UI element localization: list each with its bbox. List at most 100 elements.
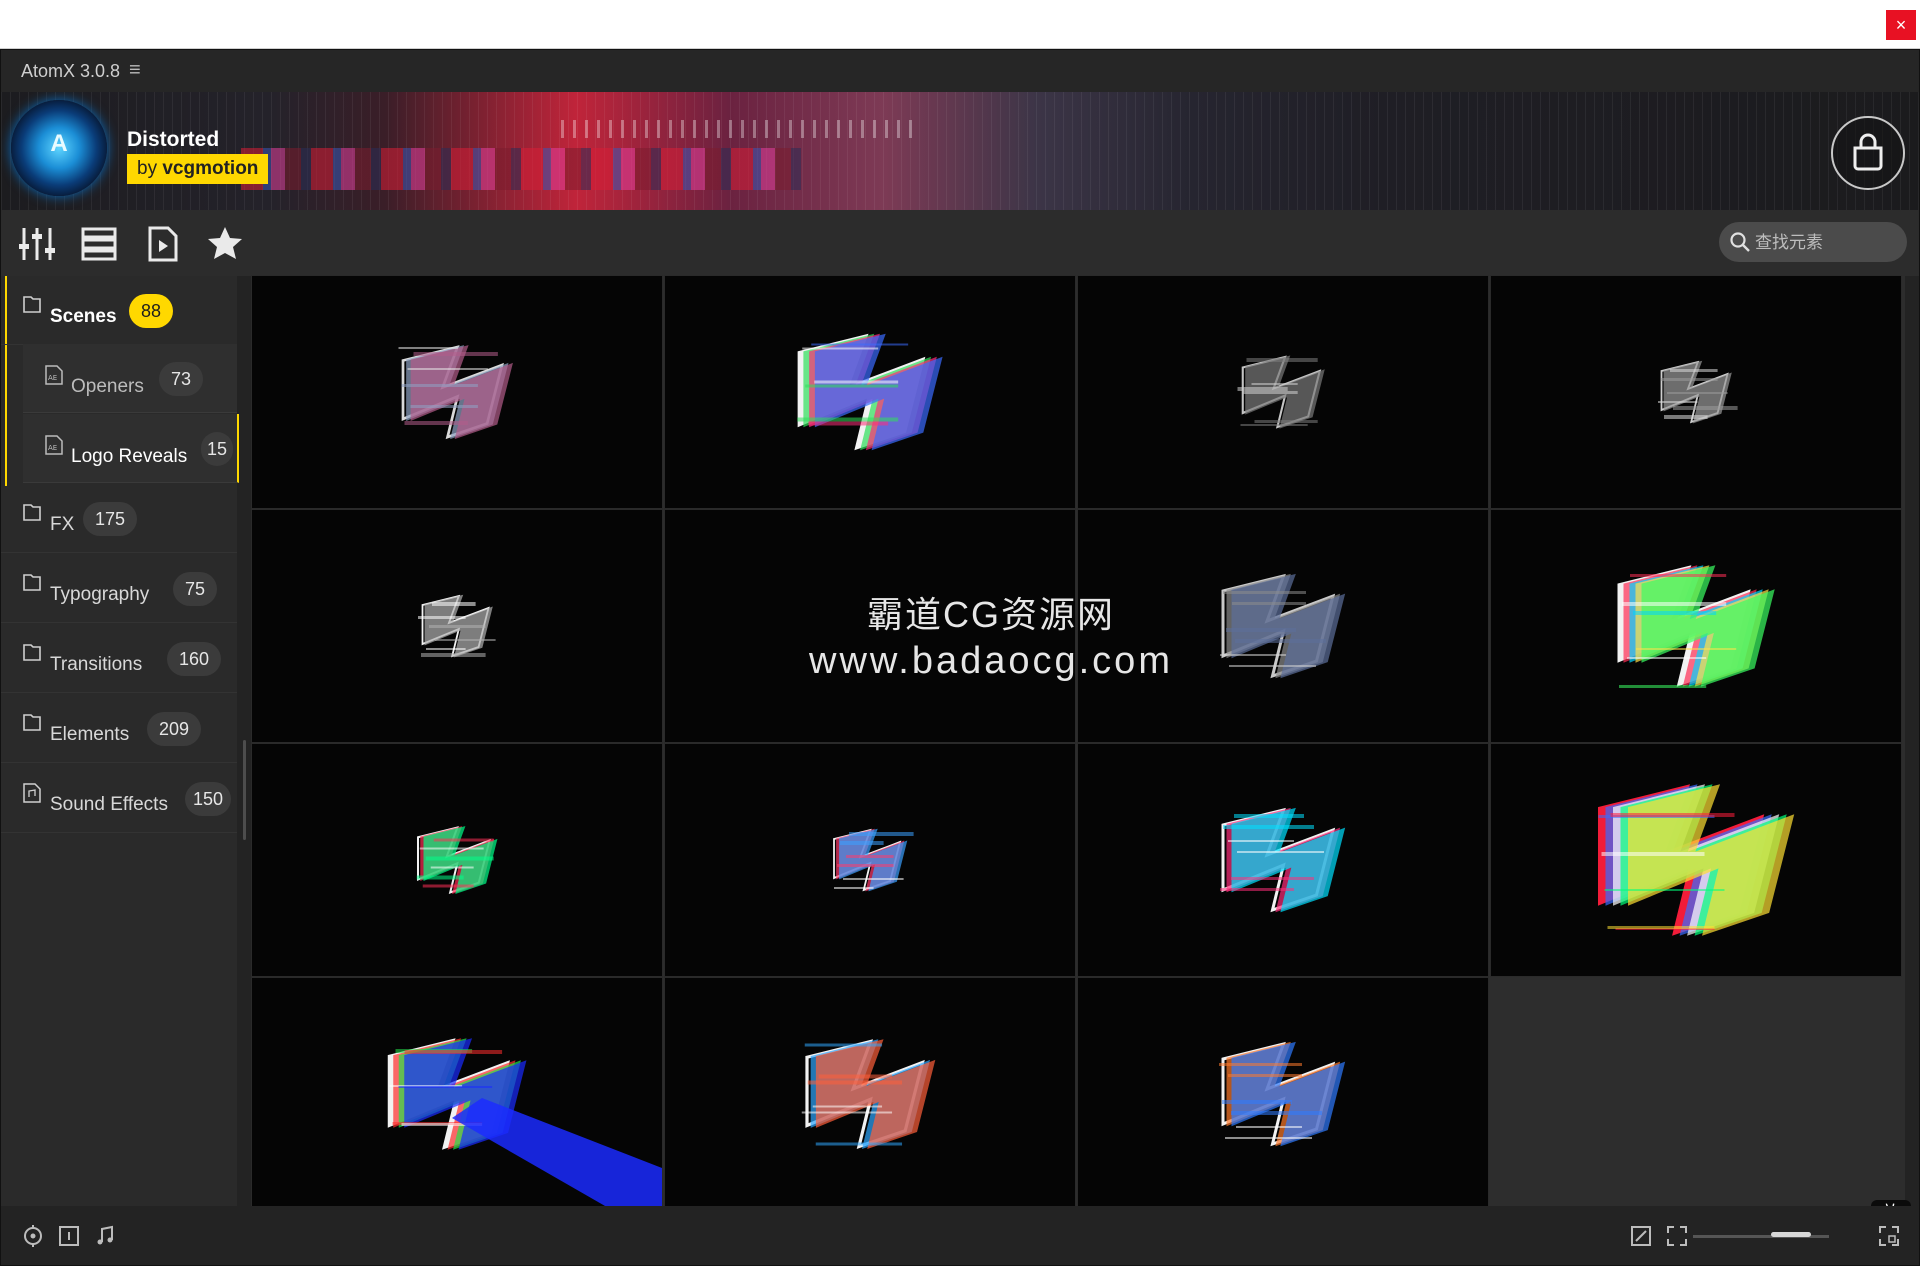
thumbnail-cell[interactable]	[664, 977, 1076, 1211]
sliders-icon[interactable]	[17, 224, 57, 264]
thumbnail-cell[interactable]	[251, 977, 663, 1211]
music-note-icon[interactable]	[93, 1224, 117, 1248]
thumbnail-cell[interactable]	[251, 275, 663, 509]
thumbnail-art	[1617, 565, 1775, 688]
glitch-slice	[849, 832, 914, 836]
category-label: Scenes	[50, 306, 117, 327]
thumbnail-cell[interactable]	[1077, 977, 1489, 1211]
glitch-slice	[805, 384, 899, 388]
thumbnail-art	[387, 1038, 662, 1210]
pack-author-name: vcgmotion	[162, 158, 259, 179]
pack-title: Distorted	[127, 128, 220, 151]
category-sound-effects[interactable]: Sound Effects 150	[1, 764, 237, 833]
subcategory-label: Openers	[71, 376, 144, 397]
sidebar-scrollbar[interactable]	[243, 740, 246, 840]
glitch-slice	[818, 1074, 893, 1079]
glitch-slice	[1243, 391, 1298, 394]
pack-banner: A Distorted by vcgmotion	[1, 92, 1919, 210]
window-close-button[interactable]: ×	[1886, 10, 1916, 40]
glitch-slice	[1630, 574, 1727, 577]
shopping-bag-button[interactable]	[1831, 116, 1905, 190]
slider-knob[interactable]	[1771, 1232, 1811, 1237]
thumbnail-cell[interactable]	[251, 509, 663, 743]
glitch-slice	[1658, 401, 1698, 403]
expand-icon[interactable]	[1629, 1224, 1653, 1248]
logo-glitch-layer	[815, 1039, 936, 1149]
subcategory-logo-reveals[interactable]: AE Logo Reveals 15	[23, 414, 239, 483]
category-scenes[interactable]: Scenes 88	[1, 276, 237, 345]
category-elements[interactable]: Elements 209	[1, 694, 237, 763]
glitch-slice	[1234, 814, 1304, 818]
glitch-slice	[398, 1086, 493, 1088]
glitch-slice	[840, 841, 884, 845]
glitch-slice	[398, 347, 458, 349]
glitch-slice	[807, 1080, 903, 1085]
thumbnail-art	[801, 1039, 936, 1149]
glitch-slice	[407, 368, 488, 370]
thumbnail-cell[interactable]	[251, 743, 663, 977]
glitch-slice	[1228, 1074, 1302, 1077]
search-input[interactable]	[1753, 230, 1897, 256]
thumbnail-cell[interactable]	[1077, 743, 1489, 977]
preview-icon[interactable]	[143, 224, 183, 264]
glitch-slice	[1229, 665, 1316, 667]
glitch-slice	[802, 347, 879, 350]
glitch-slice	[432, 602, 476, 606]
subcategory-count: 73	[159, 362, 204, 396]
category-typography[interactable]: Typography 75	[1, 554, 237, 623]
glitch-slice	[812, 1105, 883, 1108]
target-icon[interactable]	[21, 1224, 45, 1248]
thumbnail-cell[interactable]	[1077, 275, 1489, 509]
thumbnail-size-slider[interactable]	[1693, 1232, 1829, 1238]
thumbnail-cell[interactable]	[1490, 275, 1902, 509]
shopping-bag-icon	[1853, 133, 1883, 171]
list-view-icon[interactable]	[79, 224, 119, 264]
glitch-slice	[1622, 602, 1727, 606]
glitch-slice	[1610, 813, 1735, 817]
thumbnail-art	[416, 826, 498, 895]
atomx-logo-icon: A	[11, 100, 107, 196]
category-label: Transitions	[50, 654, 143, 675]
glitch-slice	[1232, 602, 1306, 605]
main-toolbar	[1, 210, 1919, 276]
favorites-star-icon[interactable]	[205, 224, 245, 264]
glitch-slice	[1601, 852, 1705, 856]
grid-size-icon[interactable]	[1877, 1224, 1901, 1248]
category-label: Typography	[50, 584, 150, 605]
glitch-slice	[834, 887, 874, 889]
glitch-slice	[1670, 369, 1718, 372]
glitch-slice	[1240, 424, 1308, 426]
banner-glitch-lines	[561, 120, 921, 138]
glitch-slice	[1236, 1126, 1302, 1128]
subcategory-label: Logo Reveals	[71, 446, 188, 467]
thumbnail-cell[interactable]	[664, 743, 1076, 977]
glitch-slice	[801, 1111, 893, 1114]
svg-text:AE: AE	[48, 374, 57, 382]
glitch-slice	[426, 648, 466, 650]
glitch-slice	[410, 405, 478, 408]
thumbnail-cell[interactable]	[664, 509, 1076, 743]
thumbnail-cell[interactable]	[1490, 509, 1902, 743]
hamburger-icon[interactable]: ≡	[129, 59, 141, 82]
glitch-slice	[1220, 888, 1294, 891]
subcategory-openers[interactable]: AE Openers 73	[23, 344, 237, 413]
panel-icon[interactable]	[57, 1224, 81, 1248]
folder-icon	[23, 296, 41, 313]
glitch-slice	[1231, 877, 1314, 880]
glitch-slice	[1222, 1100, 1292, 1104]
thumbnail-cell[interactable]	[1490, 743, 1902, 977]
fullscreen-icon[interactable]	[1665, 1224, 1689, 1248]
category-count: 75	[173, 572, 218, 606]
thumbnail-art	[797, 333, 943, 451]
folder-icon	[23, 714, 41, 731]
category-transitions[interactable]: Transitions 160	[1, 624, 237, 693]
glitch-slice	[421, 653, 486, 657]
glitch-slice	[843, 878, 904, 880]
thumbnail-cell[interactable]	[1077, 509, 1489, 743]
search-box[interactable]	[1719, 222, 1907, 262]
glitch-slice	[1604, 889, 1725, 891]
category-fx[interactable]: FX 175	[1, 484, 237, 553]
thumbnail-cell[interactable]	[664, 275, 1076, 509]
thumbnail-art	[833, 828, 914, 892]
pack-author-badge[interactable]: by vcgmotion	[127, 154, 269, 184]
